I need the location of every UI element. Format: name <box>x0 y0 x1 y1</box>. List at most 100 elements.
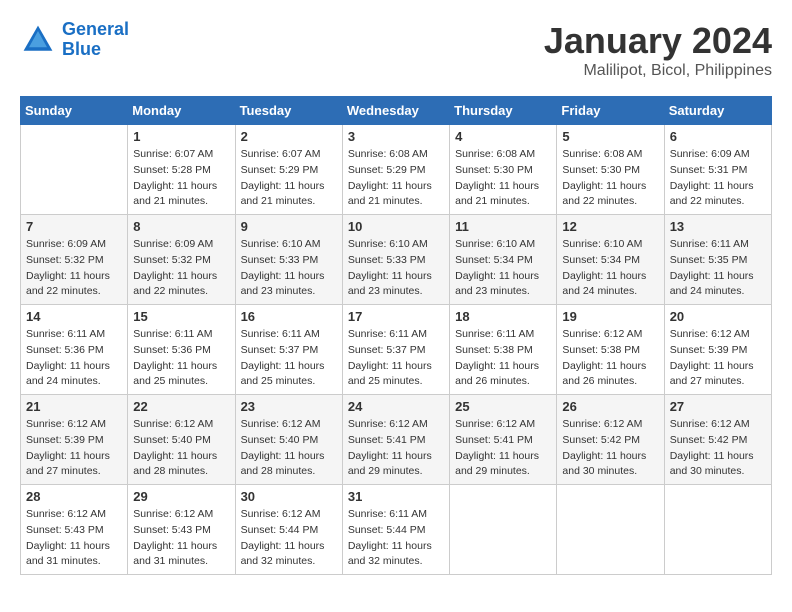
day-number: 8 <box>133 219 229 234</box>
calendar-week-row: 14 Sunrise: 6:11 AM Sunset: 5:36 PM Dayl… <box>21 305 772 395</box>
day-number: 26 <box>562 399 658 414</box>
day-detail: Sunrise: 6:12 AM Sunset: 5:44 PM Dayligh… <box>241 507 337 570</box>
calendar-cell <box>557 485 664 575</box>
day-number: 6 <box>670 129 766 144</box>
calendar-cell: 15 Sunrise: 6:11 AM Sunset: 5:36 PM Dayl… <box>128 305 235 395</box>
day-number: 25 <box>455 399 551 414</box>
day-detail: Sunrise: 6:12 AM Sunset: 5:39 PM Dayligh… <box>670 327 766 390</box>
day-detail: Sunrise: 6:12 AM Sunset: 5:39 PM Dayligh… <box>26 417 122 480</box>
calendar-header-row: SundayMondayTuesdayWednesdayThursdayFrid… <box>21 97 772 125</box>
day-number: 4 <box>455 129 551 144</box>
day-detail: Sunrise: 6:12 AM Sunset: 5:42 PM Dayligh… <box>670 417 766 480</box>
calendar-cell: 8 Sunrise: 6:09 AM Sunset: 5:32 PM Dayli… <box>128 215 235 305</box>
day-detail: Sunrise: 6:12 AM Sunset: 5:40 PM Dayligh… <box>241 417 337 480</box>
calendar-cell: 30 Sunrise: 6:12 AM Sunset: 5:44 PM Dayl… <box>235 485 342 575</box>
day-detail: Sunrise: 6:11 AM Sunset: 5:37 PM Dayligh… <box>241 327 337 390</box>
header-cell-sunday: Sunday <box>21 97 128 125</box>
day-number: 23 <box>241 399 337 414</box>
day-detail: Sunrise: 6:12 AM Sunset: 5:40 PM Dayligh… <box>133 417 229 480</box>
calendar-cell: 1 Sunrise: 6:07 AM Sunset: 5:28 PM Dayli… <box>128 125 235 215</box>
calendar-week-row: 1 Sunrise: 6:07 AM Sunset: 5:28 PM Dayli… <box>21 125 772 215</box>
calendar-cell: 21 Sunrise: 6:12 AM Sunset: 5:39 PM Dayl… <box>21 395 128 485</box>
calendar-week-row: 28 Sunrise: 6:12 AM Sunset: 5:43 PM Dayl… <box>21 485 772 575</box>
day-detail: Sunrise: 6:11 AM Sunset: 5:38 PM Dayligh… <box>455 327 551 390</box>
header-cell-thursday: Thursday <box>450 97 557 125</box>
header-cell-wednesday: Wednesday <box>342 97 449 125</box>
calendar-cell: 4 Sunrise: 6:08 AM Sunset: 5:30 PM Dayli… <box>450 125 557 215</box>
calendar-cell: 2 Sunrise: 6:07 AM Sunset: 5:29 PM Dayli… <box>235 125 342 215</box>
day-detail: Sunrise: 6:09 AM Sunset: 5:32 PM Dayligh… <box>133 237 229 300</box>
day-number: 20 <box>670 309 766 324</box>
day-detail: Sunrise: 6:12 AM Sunset: 5:43 PM Dayligh… <box>26 507 122 570</box>
calendar-cell: 31 Sunrise: 6:11 AM Sunset: 5:44 PM Dayl… <box>342 485 449 575</box>
day-number: 1 <box>133 129 229 144</box>
day-number: 10 <box>348 219 444 234</box>
day-detail: Sunrise: 6:12 AM Sunset: 5:43 PM Dayligh… <box>133 507 229 570</box>
day-detail: Sunrise: 6:11 AM Sunset: 5:37 PM Dayligh… <box>348 327 444 390</box>
calendar-week-row: 21 Sunrise: 6:12 AM Sunset: 5:39 PM Dayl… <box>21 395 772 485</box>
header: General Blue January 2024 Malilipot, Bic… <box>20 20 772 80</box>
calendar-cell: 7 Sunrise: 6:09 AM Sunset: 5:32 PM Dayli… <box>21 215 128 305</box>
calendar-cell: 12 Sunrise: 6:10 AM Sunset: 5:34 PM Dayl… <box>557 215 664 305</box>
calendar-subtitle: Malilipot, Bicol, Philippines <box>544 62 772 80</box>
day-detail: Sunrise: 6:10 AM Sunset: 5:34 PM Dayligh… <box>562 237 658 300</box>
day-number: 27 <box>670 399 766 414</box>
day-detail: Sunrise: 6:10 AM Sunset: 5:33 PM Dayligh… <box>241 237 337 300</box>
day-detail: Sunrise: 6:12 AM Sunset: 5:41 PM Dayligh… <box>348 417 444 480</box>
day-number: 31 <box>348 489 444 504</box>
header-cell-tuesday: Tuesday <box>235 97 342 125</box>
calendar-week-row: 7 Sunrise: 6:09 AM Sunset: 5:32 PM Dayli… <box>21 215 772 305</box>
day-detail: Sunrise: 6:07 AM Sunset: 5:28 PM Dayligh… <box>133 147 229 210</box>
day-detail: Sunrise: 6:10 AM Sunset: 5:33 PM Dayligh… <box>348 237 444 300</box>
day-number: 30 <box>241 489 337 504</box>
day-detail: Sunrise: 6:12 AM Sunset: 5:42 PM Dayligh… <box>562 417 658 480</box>
day-number: 7 <box>26 219 122 234</box>
calendar-cell: 25 Sunrise: 6:12 AM Sunset: 5:41 PM Dayl… <box>450 395 557 485</box>
calendar-cell: 20 Sunrise: 6:12 AM Sunset: 5:39 PM Dayl… <box>664 305 771 395</box>
day-number: 14 <box>26 309 122 324</box>
day-number: 5 <box>562 129 658 144</box>
day-detail: Sunrise: 6:11 AM Sunset: 5:36 PM Dayligh… <box>26 327 122 390</box>
day-number: 13 <box>670 219 766 234</box>
calendar-cell: 11 Sunrise: 6:10 AM Sunset: 5:34 PM Dayl… <box>450 215 557 305</box>
day-number: 19 <box>562 309 658 324</box>
calendar-cell: 28 Sunrise: 6:12 AM Sunset: 5:43 PM Dayl… <box>21 485 128 575</box>
day-number: 9 <box>241 219 337 234</box>
day-number: 15 <box>133 309 229 324</box>
calendar-cell: 18 Sunrise: 6:11 AM Sunset: 5:38 PM Dayl… <box>450 305 557 395</box>
logo: General Blue <box>20 20 129 60</box>
calendar-cell: 26 Sunrise: 6:12 AM Sunset: 5:42 PM Dayl… <box>557 395 664 485</box>
calendar-cell: 17 Sunrise: 6:11 AM Sunset: 5:37 PM Dayl… <box>342 305 449 395</box>
calendar-title: January 2024 <box>544 20 772 62</box>
day-detail: Sunrise: 6:08 AM Sunset: 5:29 PM Dayligh… <box>348 147 444 210</box>
calendar-cell <box>664 485 771 575</box>
calendar-table: SundayMondayTuesdayWednesdayThursdayFrid… <box>20 96 772 575</box>
calendar-cell: 10 Sunrise: 6:10 AM Sunset: 5:33 PM Dayl… <box>342 215 449 305</box>
calendar-cell <box>21 125 128 215</box>
day-number: 28 <box>26 489 122 504</box>
day-detail: Sunrise: 6:10 AM Sunset: 5:34 PM Dayligh… <box>455 237 551 300</box>
day-number: 17 <box>348 309 444 324</box>
calendar-cell: 13 Sunrise: 6:11 AM Sunset: 5:35 PM Dayl… <box>664 215 771 305</box>
day-detail: Sunrise: 6:07 AM Sunset: 5:29 PM Dayligh… <box>241 147 337 210</box>
day-detail: Sunrise: 6:09 AM Sunset: 5:32 PM Dayligh… <box>26 237 122 300</box>
day-detail: Sunrise: 6:08 AM Sunset: 5:30 PM Dayligh… <box>562 147 658 210</box>
calendar-cell: 14 Sunrise: 6:11 AM Sunset: 5:36 PM Dayl… <box>21 305 128 395</box>
day-detail: Sunrise: 6:09 AM Sunset: 5:31 PM Dayligh… <box>670 147 766 210</box>
calendar-cell: 23 Sunrise: 6:12 AM Sunset: 5:40 PM Dayl… <box>235 395 342 485</box>
calendar-cell: 16 Sunrise: 6:11 AM Sunset: 5:37 PM Dayl… <box>235 305 342 395</box>
title-area: January 2024 Malilipot, Bicol, Philippin… <box>544 20 772 80</box>
day-detail: Sunrise: 6:12 AM Sunset: 5:41 PM Dayligh… <box>455 417 551 480</box>
day-detail: Sunrise: 6:08 AM Sunset: 5:30 PM Dayligh… <box>455 147 551 210</box>
day-number: 2 <box>241 129 337 144</box>
calendar-cell: 24 Sunrise: 6:12 AM Sunset: 5:41 PM Dayl… <box>342 395 449 485</box>
day-detail: Sunrise: 6:11 AM Sunset: 5:36 PM Dayligh… <box>133 327 229 390</box>
header-cell-monday: Monday <box>128 97 235 125</box>
day-number: 22 <box>133 399 229 414</box>
calendar-cell: 6 Sunrise: 6:09 AM Sunset: 5:31 PM Dayli… <box>664 125 771 215</box>
day-number: 18 <box>455 309 551 324</box>
day-number: 12 <box>562 219 658 234</box>
calendar-cell: 19 Sunrise: 6:12 AM Sunset: 5:38 PM Dayl… <box>557 305 664 395</box>
calendar-cell: 27 Sunrise: 6:12 AM Sunset: 5:42 PM Dayl… <box>664 395 771 485</box>
calendar-cell: 5 Sunrise: 6:08 AM Sunset: 5:30 PM Dayli… <box>557 125 664 215</box>
